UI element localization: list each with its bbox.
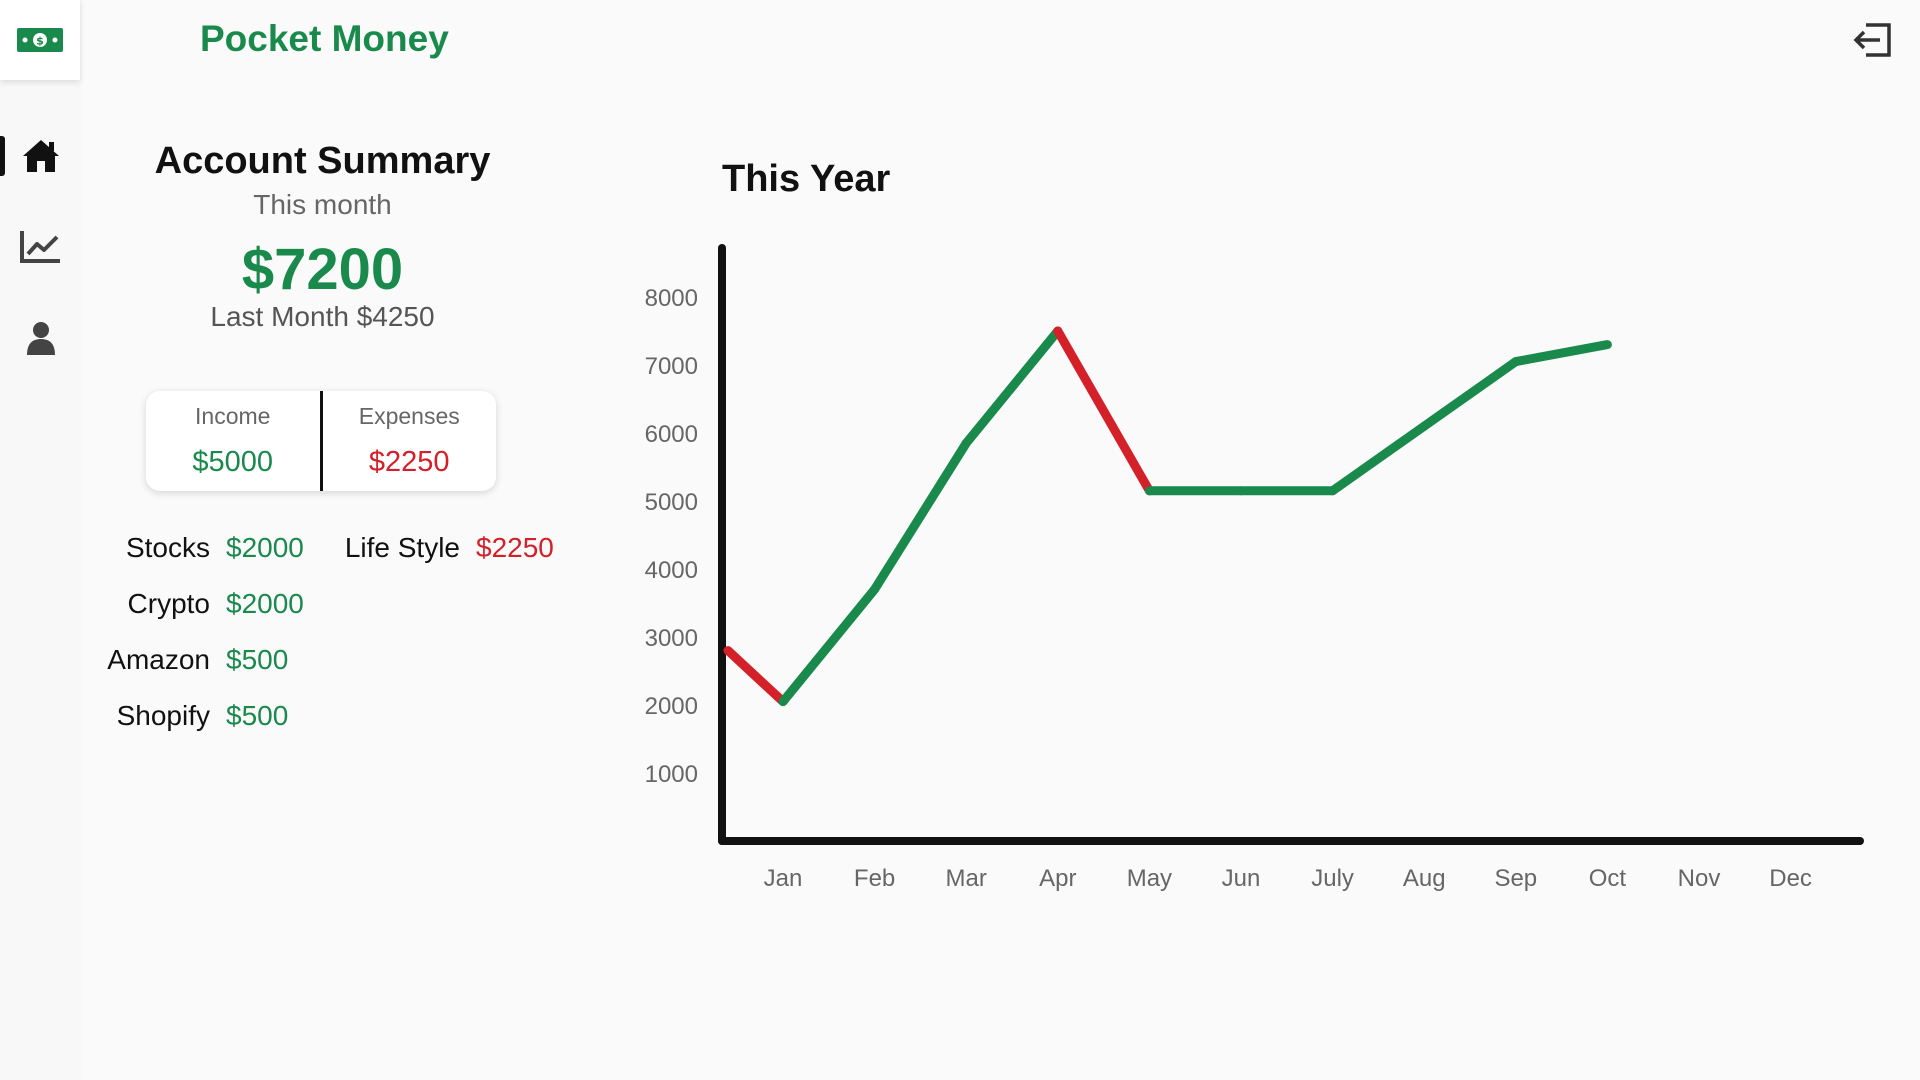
y-tick-label: 8000 xyxy=(645,285,698,312)
y-tick-label: 2000 xyxy=(645,693,698,720)
year-chart: 1000 2000 3000 4000 5000 6000 7000 8000 Jan Feb Ma… xyxy=(645,244,1864,892)
x-tick-label: May xyxy=(1127,865,1172,892)
line-segment xyxy=(1328,421,1429,496)
x-tick-label: Jun xyxy=(1222,865,1261,892)
x-tick-label: Aug xyxy=(1403,865,1446,892)
x-tick-label: Nov xyxy=(1678,865,1721,892)
y-tick-label: 1000 xyxy=(645,761,698,788)
line-segment xyxy=(870,438,971,594)
line-segment xyxy=(723,646,788,707)
x-tick-label: Mar xyxy=(946,865,987,892)
x-tick-label: Dec xyxy=(1769,865,1812,892)
line-segment xyxy=(1419,357,1521,431)
x-tick-label: Feb xyxy=(854,865,895,892)
line-segment xyxy=(961,326,1063,448)
y-tick-label: 4000 xyxy=(645,557,698,584)
x-tick-label: Oct xyxy=(1589,865,1627,892)
x-tick-label: Jan xyxy=(764,865,803,892)
y-tick-label: 5000 xyxy=(645,489,698,516)
x-tick-label: Sep xyxy=(1494,865,1537,892)
y-tick-label: 7000 xyxy=(645,353,698,380)
line-segment xyxy=(1053,326,1154,496)
y-tick-label: 6000 xyxy=(645,421,698,448)
x-tick-label: July xyxy=(1311,865,1354,892)
line-segment xyxy=(778,584,880,707)
line-segment xyxy=(1511,340,1612,367)
x-tick-label: Apr xyxy=(1039,865,1076,892)
y-tick-label: 3000 xyxy=(645,625,698,652)
